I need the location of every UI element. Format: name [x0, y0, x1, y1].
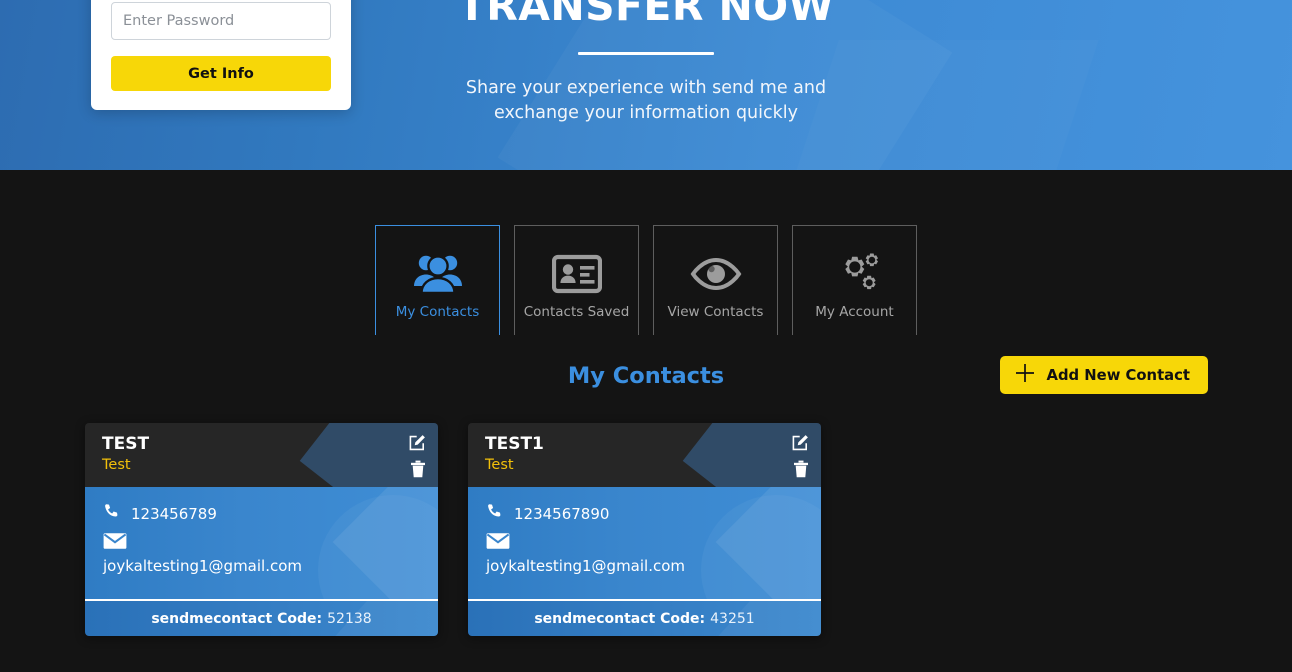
navigation-tabs: My Contacts Contacts Saved View Contacts…: [0, 225, 1292, 340]
hero-divider: [578, 52, 714, 56]
contacts-list: TEST Test 123456789 joykaltesting1@gmail…: [0, 423, 1292, 636]
phone-icon: [103, 503, 120, 524]
tab-view-contacts[interactable]: View Contacts: [653, 225, 778, 340]
id-card-icon: [551, 246, 602, 302]
contacts-section-header: My Contacts Add New Contact: [0, 335, 1292, 423]
contact-email: joykaltesting1@gmail.com: [103, 557, 303, 575]
contact-name: TEST1: [485, 434, 544, 454]
delete-contact-button[interactable]: [410, 460, 426, 478]
contact-card-header: TEST1 Test: [468, 423, 821, 487]
plus-icon: [1014, 362, 1036, 388]
contact-phone: 1234567890: [514, 504, 610, 523]
contact-card-header: TEST Test: [85, 423, 438, 487]
contact-card-body: 1234567890 joykaltesting1@gmail.com: [468, 487, 821, 599]
hero-subtitle: Share your experience with send me and e…: [465, 78, 827, 124]
tab-label: Contacts Saved: [523, 303, 630, 320]
password-login-card: Get Info: [91, 0, 351, 110]
contact-card-actions: [792, 434, 809, 478]
contact-email-row: joykaltesting1@gmail.com: [486, 532, 805, 575]
contact-card-body: 123456789 joykaltesting1@gmail.com: [85, 487, 438, 599]
eye-icon: [690, 246, 742, 302]
contact-organization: Test: [485, 457, 514, 474]
contact-email: joykaltesting1@gmail.com: [486, 557, 686, 575]
tab-label: My Contacts: [395, 303, 480, 320]
contact-card[interactable]: TEST1 Test 1234567890 joykaltesting1@gma…: [468, 423, 821, 636]
tab-label: My Account: [815, 303, 894, 320]
tab-my-contacts[interactable]: My Contacts: [375, 225, 500, 340]
contact-email-row: joykaltesting1@gmail.com: [103, 532, 422, 575]
phone-icon: [486, 503, 503, 524]
contact-organization: Test: [102, 457, 131, 474]
users-icon: [412, 246, 464, 302]
add-new-contact-label: Add New Contact: [1046, 366, 1191, 384]
contact-card-actions: [409, 434, 426, 478]
edit-contact-button[interactable]: [792, 434, 809, 451]
tab-label: View Contacts: [667, 303, 764, 320]
tab-contacts-saved[interactable]: Contacts Saved: [514, 225, 639, 340]
get-info-button[interactable]: Get Info: [111, 56, 331, 91]
tab-my-account[interactable]: My Account: [792, 225, 917, 340]
contact-phone: 123456789: [131, 504, 217, 523]
hero-banner: Get Info TRANSFER NOW Share your experie…: [0, 0, 1292, 170]
contact-card-footer: sendmecontact Code: 43251: [468, 599, 821, 636]
contact-phone-row: 1234567890: [486, 503, 805, 524]
delete-contact-button[interactable]: [793, 460, 809, 478]
contact-name: TEST: [102, 434, 150, 454]
contact-code-label: sendmecontact Code:: [151, 610, 323, 627]
contact-card-footer: sendmecontact Code: 52138: [85, 599, 438, 636]
navigation-tabs-section: My Contacts Contacts Saved View Contacts…: [0, 170, 1292, 341]
email-icon: [103, 533, 127, 554]
contact-code-value: 52138: [327, 610, 372, 627]
email-icon: [486, 533, 510, 554]
edit-contact-button[interactable]: [409, 434, 426, 451]
contact-card[interactable]: TEST Test 123456789 joykaltesting1@gmail…: [85, 423, 438, 636]
password-input[interactable]: [111, 2, 331, 40]
add-new-contact-button[interactable]: Add New Contact: [999, 356, 1208, 394]
gears-icon: [829, 246, 881, 302]
contact-code-label: sendmecontact Code:: [534, 610, 706, 627]
contact-phone-row: 123456789: [103, 503, 422, 524]
contact-code-value: 43251: [710, 610, 755, 627]
